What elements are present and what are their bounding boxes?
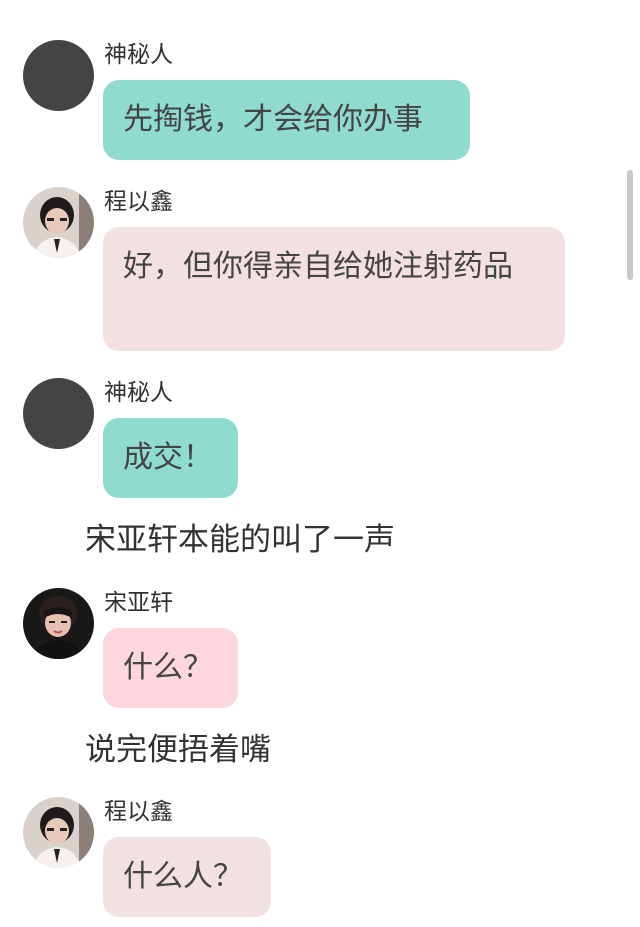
message-text: 好，但你得亲自给她注射药品 [123, 249, 513, 284]
message-bubble: 先掏钱，才会给你办事 [103, 80, 470, 160]
person-photo-icon [23, 588, 94, 659]
message-text: 什么？ [123, 650, 213, 685]
speaker-name: 宋亚轩 [104, 590, 173, 616]
avatar-cheng-yixin [23, 187, 94, 258]
person-photo-icon [23, 187, 94, 258]
person-photo-icon [23, 797, 94, 868]
speaker-name: 神秘人 [104, 380, 173, 406]
avatar-mysterious-person [23, 40, 94, 111]
message-bubble: 什么？ [103, 628, 238, 708]
speaker-name: 程以鑫 [104, 189, 173, 215]
message-bubble: 好，但你得亲自给她注射药品 [103, 227, 565, 351]
avatar-cheng-yixin [23, 797, 94, 868]
avatar-mysterious-person [23, 378, 94, 449]
narration-text: 宋亚轩本能的叫了一声 [85, 522, 395, 558]
speaker-name: 程以鑫 [104, 799, 173, 825]
message-bubble: 什么人？ [103, 837, 271, 917]
message-text: 什么人？ [123, 859, 243, 894]
narration-text: 说完便捂着嘴 [85, 732, 271, 768]
avatar-song-yaxuan [23, 588, 94, 659]
message-bubble: 成交！ [103, 418, 238, 498]
message-text: 成交！ [123, 440, 213, 475]
scrollbar[interactable] [627, 170, 633, 280]
speaker-name: 神秘人 [104, 42, 173, 68]
message-text: 先掏钱，才会给你办事 [123, 102, 423, 137]
